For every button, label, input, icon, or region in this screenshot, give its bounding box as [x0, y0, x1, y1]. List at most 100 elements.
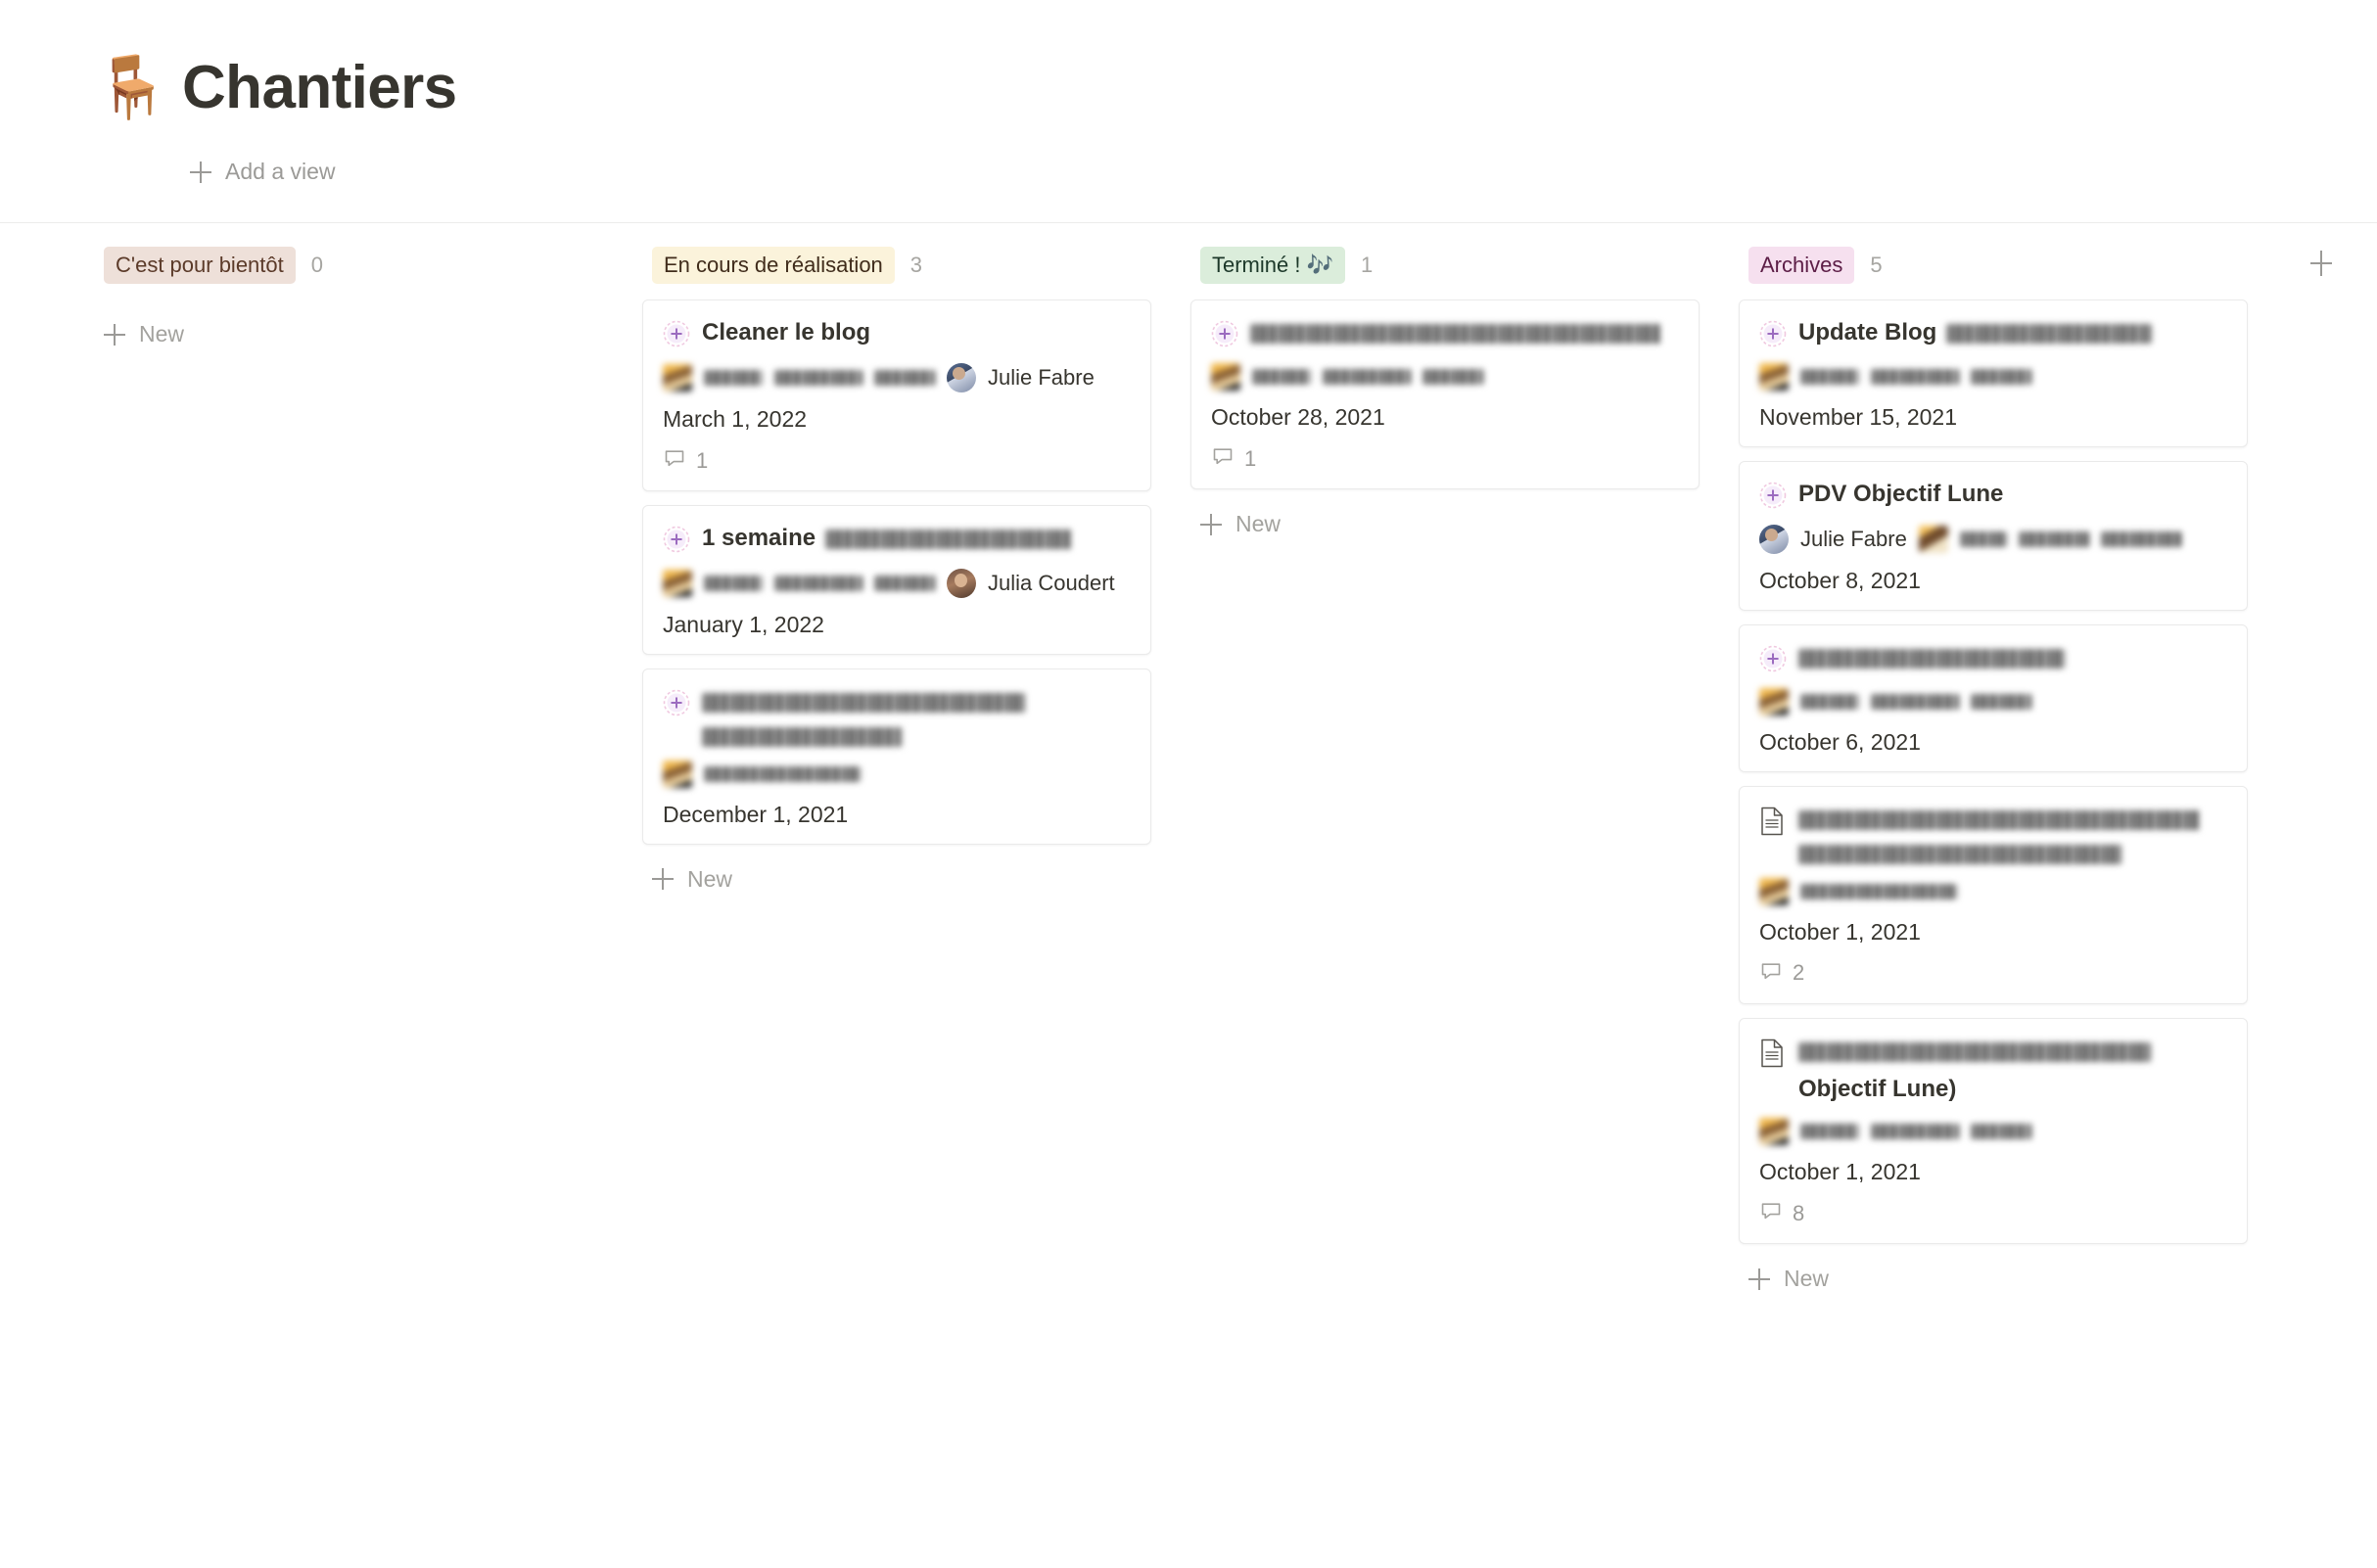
redacted-emoji	[663, 760, 692, 788]
page-title: Chantiers	[182, 54, 457, 121]
column-header[interactable]: En cours de réalisation 3	[642, 245, 1151, 286]
card-date: November 15, 2021	[1759, 404, 1958, 431]
card-date: October 1, 2021	[1759, 918, 1921, 945]
redacted-text	[1971, 369, 2031, 386]
add-group-button[interactable]	[2287, 245, 2355, 276]
new-card-button[interactable]: New	[1739, 1260, 1839, 1298]
redacted-emoji	[1759, 877, 1789, 905]
column-label-chip: Archives	[1748, 247, 1855, 285]
redacted-text	[1959, 531, 2007, 548]
comment-icon	[663, 446, 686, 475]
page-icon	[1759, 807, 1787, 836]
redacted-text	[1798, 648, 2065, 669]
card-title-row: Update Blog	[1759, 318, 2227, 349]
kanban-card[interactable]: October 6, 2021	[1739, 624, 2248, 773]
card-title-row: Objectif Lune)	[1759, 1037, 2227, 1104]
kanban-card[interactable]: Update Blog November 15, 2021	[1739, 300, 2248, 448]
kanban-column-archives: Archives 5 Update Blog November 15, 2021 P…	[1739, 245, 2287, 1298]
redacted-emoji	[1759, 688, 1789, 716]
redacted-emoji	[1759, 1118, 1789, 1146]
redacted-text	[1250, 323, 1661, 344]
redacted-text	[1946, 323, 2153, 344]
redacted-text	[702, 726, 903, 747]
redacted-text	[704, 576, 763, 592]
card-meta: Julia Coudert	[663, 569, 1131, 599]
redacted-text	[1798, 809, 2200, 830]
new-card-button[interactable]: New	[642, 860, 742, 899]
card-title	[1250, 318, 1661, 348]
redacted-text	[1323, 369, 1411, 386]
redacted-text	[1971, 694, 2031, 711]
card-title: Objectif Lune)	[1798, 1037, 2151, 1104]
gallery-placeholder-icon	[1211, 320, 1238, 349]
card-title	[1798, 643, 2065, 673]
gallery-placeholder-icon	[663, 526, 690, 555]
redacted-text	[1422, 369, 1483, 386]
add-view-label: Add a view	[225, 159, 336, 185]
redacted-text	[702, 692, 1025, 713]
plus-icon	[652, 868, 674, 890]
avatar	[947, 363, 976, 393]
column-label-chip: En cours de réalisation	[652, 247, 895, 285]
avatar	[947, 569, 976, 599]
card-list: October 28, 2021 1	[1190, 300, 1700, 490]
new-card-button[interactable]: New	[1190, 505, 1290, 543]
card-title: PDV Objectif Lune	[1798, 480, 2003, 510]
kanban-card[interactable]: Objectif Lune) October 1, 2021 8	[1739, 1017, 2248, 1245]
kanban-card[interactable]: 1 semaine Julia Coudert January 1, 2022	[642, 505, 1151, 656]
redacted-text	[1798, 844, 2121, 864]
column-header[interactable]: Archives 5	[1739, 245, 2248, 286]
redacted-text	[774, 370, 862, 387]
redacted-text	[774, 576, 862, 592]
kanban-card[interactable]: October 1, 2021 2	[1739, 786, 2248, 1004]
kanban-card[interactable]: October 28, 2021 1	[1190, 300, 1700, 490]
kanban-column-en-cours: En cours de réalisation 3 Cleaner le blog…	[642, 245, 1190, 899]
redacted-text	[1800, 694, 1859, 711]
title-row: 🪑 Chantiers	[94, 54, 2377, 121]
new-card-label: New	[1235, 511, 1282, 537]
column-count: 5	[1870, 253, 1883, 278]
plus-icon	[190, 161, 211, 183]
column-header[interactable]: Terminé ! 🎶 1	[1190, 245, 1700, 286]
card-title-text: Objectif Lune)	[1798, 1075, 1957, 1102]
column-header[interactable]: C'est pour bientôt 0	[94, 245, 603, 286]
view-bar: Add a view	[182, 155, 2377, 189]
card-date: March 1, 2022	[663, 406, 808, 433]
comment-count: 8	[1793, 1200, 1805, 1225]
card-date: October 28, 2021	[1211, 404, 1385, 431]
plus-icon	[1748, 1268, 1770, 1290]
redacted-text	[2100, 531, 2181, 548]
column-count: 3	[909, 253, 923, 278]
kanban-card[interactable]: PDV Objectif Lune Julie Fabre October 8, 2…	[1739, 461, 2248, 612]
comment-icon	[1211, 444, 1235, 473]
column-count: 0	[310, 253, 323, 278]
kanban-page: 🪑 Chantiers Add a view C'est pour bientô…	[0, 0, 2377, 1568]
card-date: October 6, 2021	[1759, 729, 1921, 756]
redacted-text	[1800, 369, 1859, 386]
card-list: Update Blog November 15, 2021 PDV Objecti…	[1739, 300, 2248, 1245]
card-date: October 8, 2021	[1759, 568, 1921, 594]
card-meta	[1759, 1118, 2227, 1146]
kanban-card[interactable]: Cleaner le blog Julie Fabre March 1, 2022 …	[642, 300, 1151, 492]
card-title: Update Blog	[1798, 318, 2153, 348]
new-card-button[interactable]: New	[94, 315, 194, 353]
comment-indicator: 8	[1759, 1199, 2227, 1227]
redacted-text	[1800, 1124, 1859, 1140]
gallery-placeholder-icon	[1759, 320, 1787, 349]
card-title-row: Cleaner le blog	[663, 318, 1131, 349]
kanban-board: C'est pour bientôt 0 New En cours de réalis…	[0, 223, 2377, 1298]
card-meta	[1759, 363, 2227, 392]
add-view-button[interactable]: Add a view	[182, 155, 344, 189]
comment-icon	[1759, 959, 1783, 988]
redacted-text	[874, 370, 935, 387]
redacted-emoji	[1759, 363, 1789, 392]
kanban-card[interactable]: December 1, 2021	[642, 669, 1151, 845]
assignee-name: Julia Coudert	[988, 571, 1115, 596]
card-title-row	[663, 687, 1131, 747]
column-label-chip: C'est pour bientôt	[104, 247, 296, 285]
gallery-placeholder-icon	[1759, 645, 1787, 674]
redacted-text	[874, 576, 935, 592]
redacted-emoji	[663, 570, 692, 598]
card-meta	[663, 760, 1131, 788]
card-meta: Julie Fabre	[1759, 525, 2227, 555]
